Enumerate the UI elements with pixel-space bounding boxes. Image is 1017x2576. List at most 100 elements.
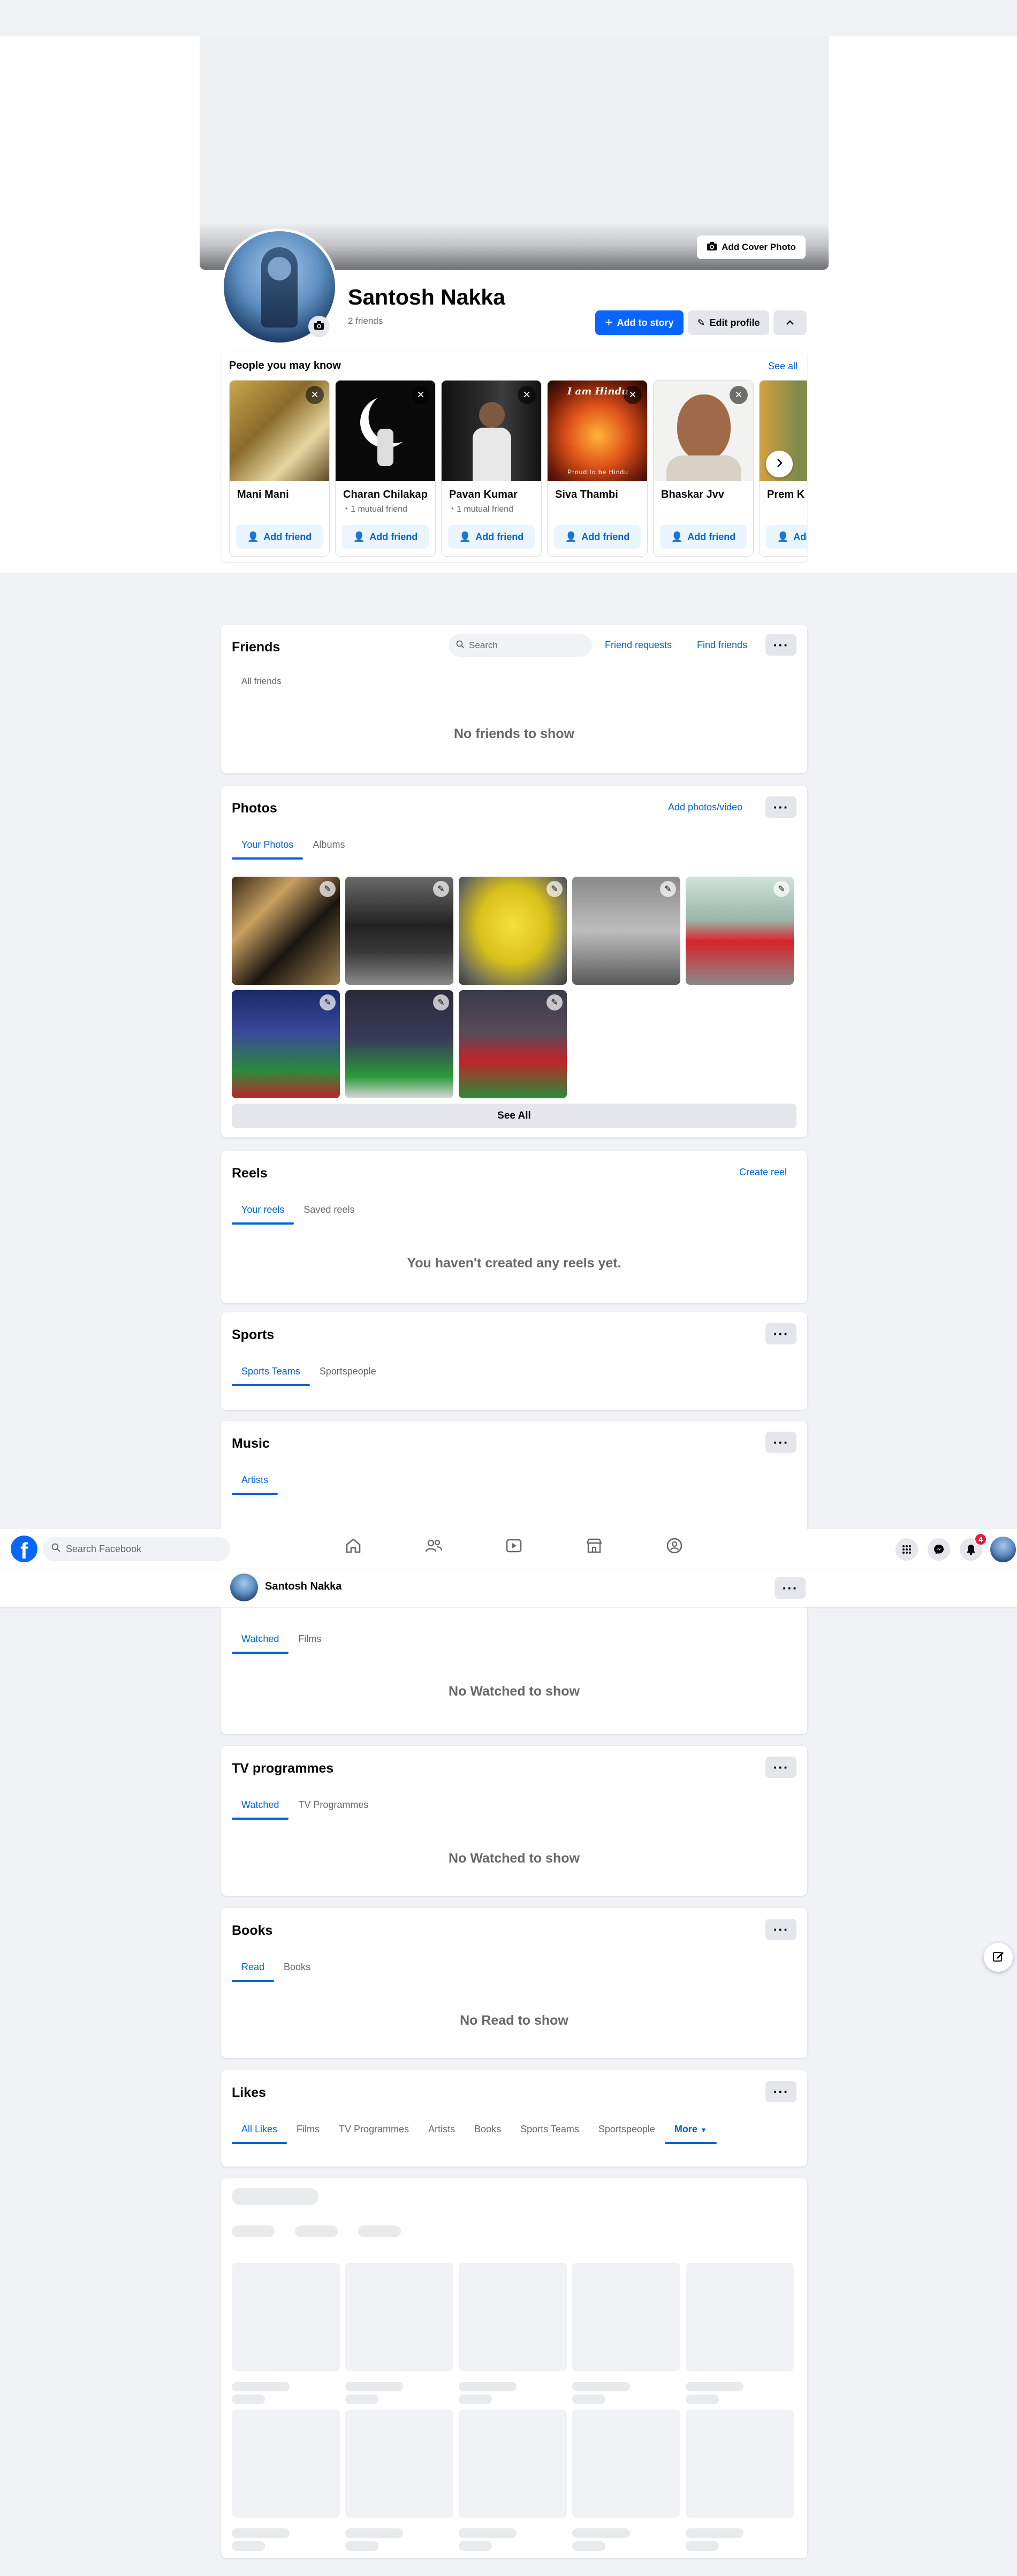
skeleton-line — [232, 2382, 290, 2391]
photo-thumbnail[interactable]: ✎ — [232, 990, 340, 1098]
edit-photo-icon[interactable]: ✎ — [547, 994, 563, 1010]
add-to-story-button[interactable]: + Add to story — [595, 310, 684, 335]
more-dots-icon: ··· — [773, 1921, 789, 1937]
sticky-profile-name[interactable]: Santosh Nakka — [265, 1580, 341, 1593]
tab-likes-more[interactable]: More ▼ — [664, 2114, 717, 2144]
photos-more-button[interactable]: ··· — [765, 796, 796, 818]
skeleton-line — [686, 2528, 743, 2538]
tab-all-friends[interactable]: All friends — [241, 676, 282, 687]
photos-title: Photos — [232, 801, 277, 816]
tab-books[interactable]: Books — [274, 1952, 320, 1982]
edit-photo-icon[interactable]: ✎ — [660, 881, 676, 897]
skeleton-tile — [232, 2410, 340, 2518]
friends-count[interactable]: 2 friends — [348, 316, 383, 326]
skeleton-tile — [572, 2263, 680, 2371]
find-friends-link[interactable]: Find friends — [697, 640, 747, 651]
photo-thumbnail[interactable]: ✎ — [345, 990, 453, 1098]
photo-thumbnail[interactable]: ✎ — [459, 990, 567, 1098]
skeleton-line — [572, 2382, 630, 2391]
friends-title: Friends — [232, 640, 280, 655]
reels-title: Reels — [232, 1166, 268, 1181]
edit-photo-icon[interactable]: ✎ — [320, 994, 336, 1010]
tab-films[interactable]: Films — [289, 1624, 331, 1654]
skeleton-line — [345, 2541, 378, 2551]
reels-card: Reels Create reel Your reels Saved reels… — [221, 1151, 807, 1303]
tab-sports-teams[interactable]: Sports Teams — [232, 1356, 310, 1386]
edit-photo-icon[interactable]: ✎ — [320, 881, 336, 897]
tab-saved-reels[interactable]: Saved reels — [294, 1195, 364, 1225]
tab-all-likes[interactable]: All Likes — [232, 2114, 287, 2144]
facebook-logo-icon[interactable]: f — [11, 1536, 37, 1562]
likes-more-button[interactable]: ··· — [765, 2081, 796, 2102]
tab-sportspeople[interactable]: Sportspeople — [310, 1356, 386, 1386]
skeleton-line — [686, 2395, 719, 2404]
caret-down-icon: ▼ — [700, 2126, 707, 2134]
edit-profile-button[interactable]: ✎ Edit profile — [688, 310, 769, 335]
photo-thumbnail[interactable]: ✎ — [232, 877, 340, 985]
profile-name: Santosh Nakka — [348, 285, 505, 309]
loading-skeleton-card — [221, 2178, 807, 2558]
tab-watched[interactable]: Watched — [232, 1790, 289, 1820]
tab-artists[interactable]: Artists — [232, 1465, 278, 1495]
more-dots-icon: ··· — [773, 2084, 789, 2100]
skeleton-tile — [686, 2410, 794, 2518]
photo-thumbnail[interactable]: ✎ — [345, 877, 453, 985]
tab-your-photos[interactable]: Your Photos — [232, 830, 303, 860]
video-icon[interactable] — [503, 1535, 525, 1556]
tab-your-reels[interactable]: Your reels — [232, 1195, 294, 1225]
tab-albums[interactable]: Albums — [303, 830, 354, 860]
tab-tv-programmes[interactable]: TV Programmes — [289, 1790, 378, 1820]
sticky-more-button[interactable]: ··· — [775, 1577, 806, 1599]
skeleton-tile — [572, 2410, 680, 2518]
books-more-button[interactable]: ··· — [765, 1919, 796, 1940]
account-avatar[interactable] — [990, 1537, 1016, 1562]
skeleton-line — [459, 2528, 517, 2538]
books-empty-state: No Read to show — [460, 2013, 568, 2028]
menu-grid-icon[interactable] — [895, 1538, 918, 1561]
tab-likes-books[interactable]: Books — [465, 2114, 511, 2144]
edit-photo-icon[interactable]: ✎ — [433, 881, 449, 897]
skeleton-line — [345, 2382, 403, 2391]
tab-likes-films[interactable]: Films — [287, 2114, 329, 2144]
photos-see-all-button[interactable]: See All — [232, 1104, 796, 1128]
photo-thumbnail[interactable]: ✎ — [459, 877, 567, 985]
home-icon[interactable] — [343, 1535, 364, 1556]
tab-likes-artists[interactable]: Artists — [419, 2114, 465, 2144]
pymk-next-button[interactable] — [766, 451, 793, 477]
sticky-avatar[interactable] — [230, 1574, 258, 1601]
tab-read[interactable]: Read — [232, 1952, 275, 1982]
messenger-icon[interactable] — [928, 1538, 950, 1561]
collapse-button[interactable] — [773, 310, 807, 335]
edit-photo-icon[interactable]: ✎ — [433, 994, 449, 1010]
photo-thumbnail[interactable]: ✎ — [686, 877, 794, 985]
photo-thumbnail[interactable]: ✎ — [572, 877, 680, 985]
edit-photo-icon[interactable]: ✎ — [773, 881, 790, 897]
skeleton-title — [232, 2188, 318, 2205]
add-photos-link[interactable]: Add photos/video — [668, 802, 742, 813]
pymk-see-all-link[interactable]: See all — [768, 361, 798, 372]
camera-icon — [314, 321, 324, 333]
skeleton-line — [686, 2541, 719, 2551]
friends-nav-icon[interactable] — [423, 1535, 444, 1556]
music-more-button[interactable]: ··· — [765, 1432, 796, 1453]
skeleton-tab — [295, 2225, 338, 2237]
update-avatar-camera-button[interactable] — [308, 316, 330, 337]
tv-more-button[interactable]: ··· — [765, 1757, 796, 1778]
tab-likes-tv-programmes[interactable]: TV Programmes — [329, 2114, 419, 2144]
friends-more-button[interactable]: ··· — [765, 634, 796, 656]
tab-watched[interactable]: Watched — [232, 1624, 289, 1654]
new-message-button[interactable] — [984, 1943, 1013, 1972]
add-cover-photo-label: Add Cover Photo — [722, 242, 796, 252]
create-reel-link[interactable]: Create reel — [739, 1167, 787, 1178]
sports-more-button[interactable]: ··· — [765, 1323, 796, 1344]
tab-likes-sportspeople[interactable]: Sportspeople — [589, 2114, 665, 2144]
friends-search-input[interactable]: Search — [449, 634, 592, 657]
search-facebook-input[interactable]: Search Facebook — [43, 1537, 230, 1561]
marketplace-icon[interactable] — [583, 1535, 605, 1556]
add-cover-photo-button[interactable]: Add Cover Photo — [697, 235, 806, 259]
tab-likes-sports-teams[interactable]: Sports Teams — [511, 2114, 589, 2144]
groups-icon[interactable] — [664, 1535, 685, 1556]
friend-requests-link[interactable]: Friend requests — [605, 640, 672, 651]
edit-photo-icon[interactable]: ✎ — [547, 881, 563, 897]
pymk-title: People you may know — [229, 360, 341, 371]
